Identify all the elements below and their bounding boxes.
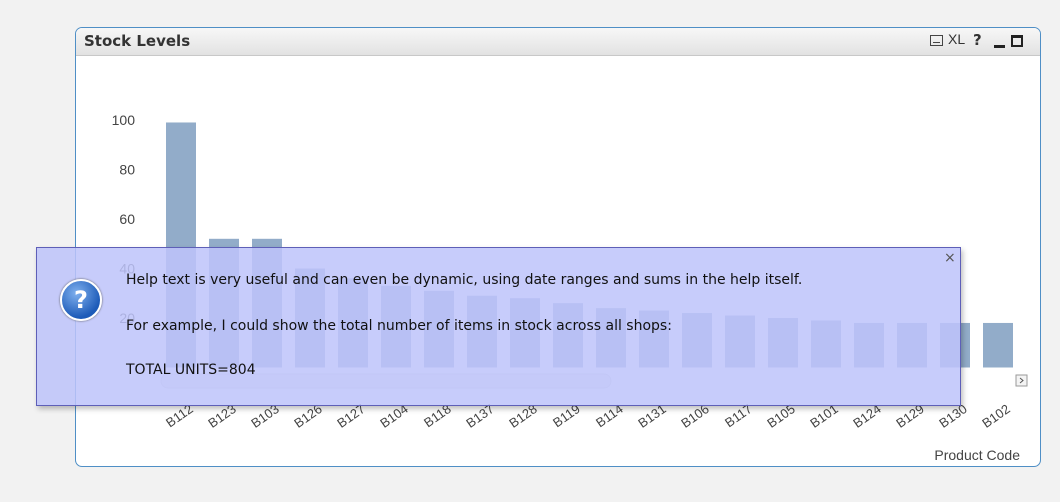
bar-b102[interactable] — [983, 322, 1013, 368]
x-tick-label: B102 — [979, 401, 1012, 431]
help-text-total: TOTAL UNITS=804 — [126, 362, 256, 378]
y-tick-label: 80 — [119, 162, 135, 178]
help-popup: ? Help text is very useful and can even … — [36, 247, 961, 406]
x-axis-label: Product Code — [934, 447, 1020, 463]
close-icon[interactable]: × — [944, 250, 956, 266]
help-text-line-1: Help text is very useful and can even be… — [126, 272, 803, 288]
y-tick-label: 60 — [119, 211, 135, 227]
question-icon: ? — [60, 279, 102, 321]
scroll-right-button[interactable] — [1015, 374, 1028, 387]
help-text-line-2: For example, I could show the total numb… — [126, 318, 672, 334]
y-tick-label: 100 — [112, 112, 136, 128]
